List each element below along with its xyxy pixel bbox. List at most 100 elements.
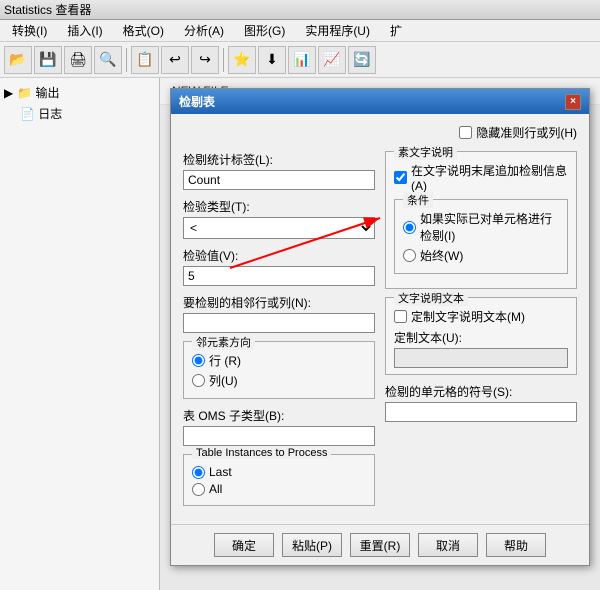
oms-input[interactable] <box>183 426 375 446</box>
toolbar-paste-btn[interactable]: 📋 <box>131 46 159 74</box>
menu-analyze[interactable]: 分析(A) <box>180 20 228 41</box>
menu-convert[interactable]: 转换(I) <box>8 20 51 41</box>
instances-last-input[interactable] <box>192 466 205 479</box>
condition-if-input[interactable] <box>403 221 416 234</box>
append-info-row: 在文字说明末尾追加检剔信息(A) <box>394 162 568 193</box>
dialog-close-btn[interactable]: × <box>565 94 581 110</box>
type-select[interactable]: < <= > >= = != <box>183 217 375 239</box>
instances-all-radio: All <box>192 482 366 496</box>
condition-always-radio: 始终(W) <box>403 247 559 264</box>
dialog-title-text: 检剔表 <box>179 93 215 110</box>
menu-insert[interactable]: 插入(I) <box>63 20 106 41</box>
condition-always-label: 始终(W) <box>420 247 463 264</box>
dialog: 检剔表 × 隐藏准则行或列(H) <box>170 88 590 566</box>
toolbar-save-btn[interactable]: 💾 <box>34 46 62 74</box>
custom-text-checkbox[interactable] <box>394 310 407 323</box>
text-desc-group: 素文字说明 在文字说明末尾追加检剔信息(A) 条件 <box>385 151 577 289</box>
tree-item-log[interactable]: 📄 日志 <box>4 103 155 124</box>
instances-all-label: All <box>209 482 222 496</box>
table-instances-title: Table Instances to Process <box>192 447 331 459</box>
direction-col-radio: 列(U) <box>192 372 366 389</box>
type-field-group: 检验类型(T): < <= > >= = != <box>183 198 375 239</box>
direction-group-content: 行 (R) 列(U) <box>192 352 366 389</box>
neighbor-input[interactable] <box>183 313 375 333</box>
append-info-label: 在文字说明末尾追加检剔信息(A) <box>411 162 568 193</box>
menu-bar: 转换(I) 插入(I) 格式(O) 分析(A) 图形(G) 实用程序(U) 扩 <box>0 20 600 42</box>
menu-graph[interactable]: 图形(G) <box>240 20 289 41</box>
dialog-overlay: 检剔表 × 隐藏准则行或列(H) <box>160 78 600 590</box>
dialog-columns: 检剔统计标签(L): 检验类型(T): < <= > >= <box>183 151 577 514</box>
dialog-title-bar: 检剔表 × <box>171 89 589 114</box>
toolbar-open-btn[interactable]: 📂 <box>4 46 32 74</box>
paste-button[interactable]: 粘贴(P) <box>282 533 342 557</box>
condition-group: 条件 如果实际已对单元格进行检剔(I) <box>394 199 568 274</box>
output-icon: ▶ <box>4 86 13 100</box>
instances-last-label: Last <box>209 465 232 479</box>
toolbar: 📂 💾 🖨 🔍 📋 ↩ ↪ ⭐ ⬇ 📊 📈 🔄 <box>0 42 600 78</box>
condition-if-radio: 如果实际已对单元格进行检剔(I) <box>403 210 559 244</box>
val-field-group: 检验值(V): <box>183 247 375 286</box>
cancel-button[interactable]: 取消 <box>418 533 478 557</box>
toolbar-chart-btn[interactable]: 📊 <box>288 46 316 74</box>
direction-group: 邻元素方向 行 (R) 列(U) <box>183 341 375 399</box>
tag-label: 检剔统计标签(L): <box>183 151 375 168</box>
toolbar-redo-btn[interactable]: ↪ <box>191 46 219 74</box>
ok-button[interactable]: 确定 <box>214 533 274 557</box>
toolbar-print-btn[interactable]: 🖨 <box>64 46 92 74</box>
left-panel: ▶ 📁 输出 📄 日志 <box>0 78 160 590</box>
menu-utility[interactable]: 实用程序(U) <box>301 20 374 41</box>
hide-row-col-checkbox[interactable] <box>459 126 472 139</box>
val-label: 检验值(V): <box>183 247 375 264</box>
direction-group-title: 邻元素方向 <box>192 334 255 350</box>
append-info-checkbox[interactable] <box>394 171 407 184</box>
oms-label: 表 OMS 子类型(B): <box>183 407 375 424</box>
direction-col-radio-input[interactable] <box>192 374 205 387</box>
title-bar: Statistics 查看器 <box>0 0 600 20</box>
condition-title: 条件 <box>403 192 433 208</box>
toolbar-sep2 <box>223 48 224 72</box>
condition-content: 如果实际已对单元格进行检剔(I) 始终(W) <box>403 210 559 264</box>
tree-item-output[interactable]: ▶ 📁 输出 <box>4 82 155 103</box>
tag-field-group: 检剔统计标签(L): <box>183 151 375 190</box>
tag-input[interactable] <box>183 170 375 190</box>
toolbar-refresh-btn[interactable]: 🔄 <box>348 46 376 74</box>
toolbar-search-btn[interactable]: 🔍 <box>94 46 122 74</box>
dialog-right-col: 素文字说明 在文字说明末尾追加检剔信息(A) 条件 <box>385 151 577 514</box>
menu-format[interactable]: 格式(O) <box>119 20 168 41</box>
neighbor-field-group: 要检剔的相邻行或列(N): <box>183 294 375 333</box>
instances-all-input[interactable] <box>192 483 205 496</box>
toolbar-graph-btn[interactable]: 📈 <box>318 46 346 74</box>
direction-row-radio-input[interactable] <box>192 354 205 367</box>
custom-text-label: 定制文字说明文本(M) <box>411 308 525 325</box>
text-desc-title: 素文字说明 <box>394 144 457 160</box>
app-title: Statistics 查看器 <box>4 1 91 18</box>
custom-text-input <box>394 348 568 368</box>
main-area: ▶ 📁 输出 📄 日志 NEW FILE. 检剔表 × <box>0 78 600 590</box>
dialog-body: 隐藏准则行或列(H) 检剔统计标签(L): <box>171 114 589 524</box>
help-button[interactable]: 帮助 <box>486 533 546 557</box>
reset-button[interactable]: 重置(R) <box>350 533 410 557</box>
instances-last-radio: Last <box>192 465 366 479</box>
dialog-footer: 确定 粘贴(P) 重置(R) 取消 帮助 <box>171 524 589 565</box>
flag-input[interactable] <box>385 402 577 422</box>
toolbar-star-btn[interactable]: ⭐ <box>228 46 256 74</box>
val-input[interactable] <box>183 266 375 286</box>
menu-ext[interactable]: 扩 <box>386 20 406 41</box>
tree-output-label: 📁 输出 <box>17 84 59 101</box>
toolbar-down-btn[interactable]: ⬇ <box>258 46 286 74</box>
condition-always-input[interactable] <box>403 249 416 262</box>
text-desc-content: 在文字说明末尾追加检剔信息(A) 条件 如果实际已对单元格 <box>394 162 568 274</box>
text-content-body: 定制文字说明文本(M) 定制文本(U): <box>394 308 568 368</box>
direction-row-label: 行 (R) <box>209 352 241 369</box>
toolbar-undo-btn[interactable]: ↩ <box>161 46 189 74</box>
flag-label: 检剔的单元格的符号(S): <box>385 383 577 400</box>
toolbar-sep1 <box>126 48 127 72</box>
custom-text-row: 定制文字说明文本(M) <box>394 308 568 325</box>
text-content-group: 文字说明文本 定制文字说明文本(M) 定制文本(U): <box>385 297 577 375</box>
dialog-left-col: 检剔统计标签(L): 检验类型(T): < <= > >= <box>183 151 375 514</box>
hide-row-col-row: 隐藏准则行或列(H) <box>459 124 577 141</box>
table-instances-group: Table Instances to Process Last All <box>183 454 375 506</box>
custom-text-input-label: 定制文本(U): <box>394 329 568 346</box>
direction-row-radio: 行 (R) <box>192 352 366 369</box>
hide-row-col-label: 隐藏准则行或列(H) <box>476 124 577 141</box>
